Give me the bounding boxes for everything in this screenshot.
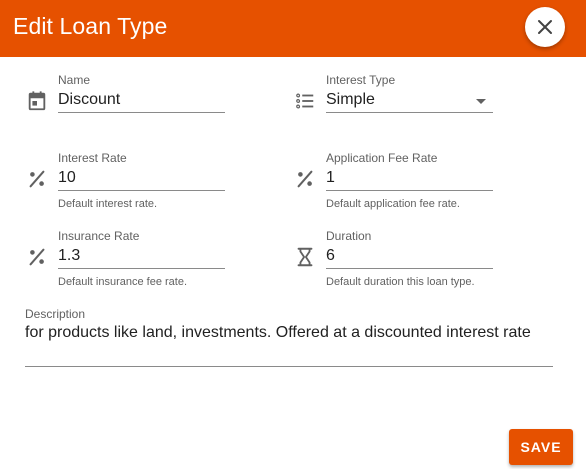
duration-underline <box>326 268 493 269</box>
interest-rate-input[interactable]: 10 <box>58 169 76 187</box>
interest-type-label: Interest Type <box>326 73 396 87</box>
dialog-title: Edit Loan Type <box>13 13 168 39</box>
description-label: Description <box>25 307 86 321</box>
percent-icon <box>29 248 45 266</box>
hourglass-icon <box>297 247 313 267</box>
interest-rate-hint: Default interest rate. <box>58 198 158 210</box>
list-icon <box>296 93 314 109</box>
application-fee-rate-input[interactable]: 1 <box>326 169 335 187</box>
description-textarea[interactable]: for products like land, investments. Off… <box>25 324 531 342</box>
insurance-rate-label: Insurance Rate <box>58 229 140 243</box>
name-label: Name <box>58 73 91 87</box>
duration-hint: Default duration this loan type. <box>326 276 475 288</box>
percent-icon <box>29 170 45 188</box>
insurance-rate-underline <box>58 268 225 269</box>
application-fee-rate-underline <box>326 190 493 191</box>
application-fee-rate-hint: Default application fee rate. <box>326 198 460 210</box>
application-fee-rate-label: Application Fee Rate <box>326 151 438 165</box>
save-button[interactable]: SAVE <box>509 429 573 465</box>
interest-rate-underline <box>58 190 225 191</box>
name-input[interactable]: Discount <box>58 91 120 109</box>
dropdown-arrow-icon[interactable] <box>475 97 487 105</box>
duration-input[interactable]: 6 <box>326 247 335 265</box>
close-icon <box>538 20 552 34</box>
interest-type-underline <box>326 112 493 113</box>
insurance-rate-hint: Default insurance fee rate. <box>58 276 188 288</box>
percent-icon <box>297 170 313 188</box>
dialog-header: Edit Loan Type <box>0 0 586 57</box>
interest-rate-label: Interest Rate <box>58 151 127 165</box>
duration-label: Duration <box>326 229 372 243</box>
name-underline <box>58 112 225 113</box>
close-button[interactable] <box>525 7 565 47</box>
description-underline <box>25 366 553 367</box>
calendar-icon <box>28 91 46 111</box>
insurance-rate-input[interactable]: 1.3 <box>58 247 80 265</box>
interest-type-value[interactable]: Simple <box>326 91 375 109</box>
